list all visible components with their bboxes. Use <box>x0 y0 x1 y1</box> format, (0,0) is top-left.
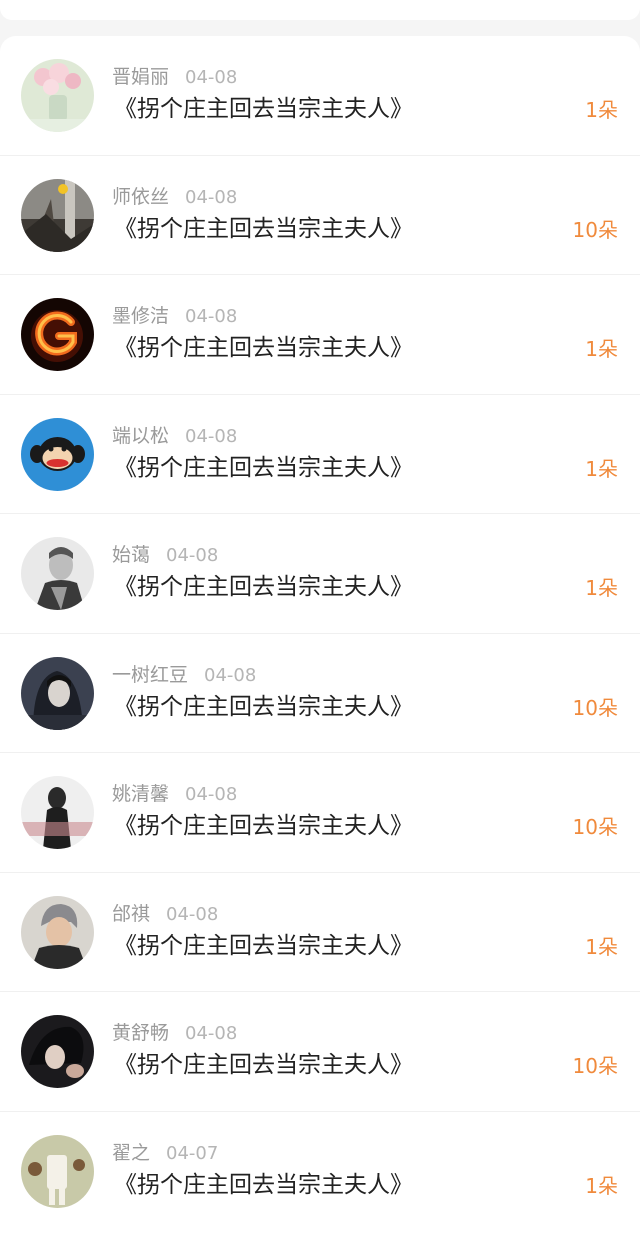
avatar[interactable] <box>21 417 94 491</box>
user-meta: 翟之 04-07 <box>112 1140 218 1166</box>
illustration-avatar <box>21 1134 94 1208</box>
list-item[interactable]: 始蔼 04-08 《拐个庄主回去当宗主夫人》 1朵 <box>0 514 640 634</box>
list-item[interactable]: 翟之 04-07 《拐个庄主回去当宗主夫人》 1朵 <box>0 1112 640 1232</box>
flower-gift-list: 晋娟丽 04-08 《拐个庄主回去当宗主夫人》 1朵 师依丝 04-08 《拐个庄主… <box>0 36 640 1236</box>
gift-date: 04-07 <box>166 1142 219 1164</box>
flower-count: 10朵 <box>572 1054 618 1078</box>
list-item[interactable]: 晋娟丽 04-08 《拐个庄主回去当宗主夫人》 1朵 <box>0 36 640 156</box>
book-title[interactable]: 《拐个庄主回去当宗主夫人》 <box>114 213 413 245</box>
list-item[interactable]: 一树红豆 04-08 《拐个庄主回去当宗主夫人》 10朵 <box>0 634 640 753</box>
user-meta: 姚清馨 04-08 <box>112 781 237 807</box>
fire-letter-g-avatar <box>21 298 94 371</box>
user-meta: 端以松 04-08 <box>112 423 237 449</box>
gift-date: 04-08 <box>185 425 238 447</box>
user-name: 一树红豆 <box>112 663 189 686</box>
flower-count: 1朵 <box>585 576 618 600</box>
user-meta: 一树红豆 04-08 <box>112 662 256 688</box>
flower-count: 1朵 <box>585 98 618 122</box>
flowers-photo-avatar <box>21 59 94 132</box>
avatar[interactable] <box>21 59 94 132</box>
gift-date: 04-08 <box>185 67 238 88</box>
user-name: 晋娟丽 <box>112 66 170 88</box>
book-title[interactable]: 《拐个庄主回去当宗主夫人》 <box>114 452 413 484</box>
user-name: 黄舒畅 <box>112 1022 170 1044</box>
portrait-avatar <box>21 776 94 849</box>
user-name: 师依丝 <box>112 185 170 208</box>
book-title[interactable]: 《拐个庄主回去当宗主夫人》 <box>114 1049 413 1081</box>
flower-count: 1朵 <box>585 337 618 361</box>
list-item[interactable]: 黄舒畅 04-08 《拐个庄主回去当宗主夫人》 10朵 <box>0 992 640 1112</box>
portrait-avatar <box>21 537 94 610</box>
user-meta: 黄舒畅 04-08 <box>112 1020 237 1046</box>
book-title[interactable]: 《拐个庄主回去当宗主夫人》 <box>114 571 413 603</box>
list-item[interactable]: 邰祺 04-08 《拐个庄主回去当宗主夫人》 1朵 <box>0 873 640 992</box>
monkey-avatar <box>21 417 94 491</box>
flower-count: 10朵 <box>572 217 618 242</box>
flower-count: 1朵 <box>585 456 618 481</box>
gift-date: 04-08 <box>166 903 219 925</box>
book-title[interactable]: 《拐个庄主回去当宗主夫人》 <box>114 810 413 842</box>
book-title[interactable]: 《拐个庄主回去当宗主夫人》 <box>114 93 413 125</box>
list-item[interactable]: 姚清馨 04-08 《拐个庄主回去当宗主夫人》 10朵 <box>0 753 640 873</box>
book-title[interactable]: 《拐个庄主回去当宗主夫人》 <box>114 691 413 723</box>
user-name: 翟之 <box>112 1141 151 1164</box>
avatar[interactable] <box>21 298 94 371</box>
avatar[interactable] <box>21 537 94 610</box>
flower-count: 1朵 <box>585 1173 618 1198</box>
gift-date: 04-08 <box>185 186 238 208</box>
user-name: 邰祺 <box>112 902 151 925</box>
flower-count: 10朵 <box>572 815 618 839</box>
avatar[interactable] <box>21 178 94 252</box>
flower-count: 10朵 <box>572 695 618 720</box>
tree-photo-avatar <box>21 178 94 252</box>
user-meta: 墨修洁 04-08 <box>112 303 237 329</box>
list-item[interactable]: 端以松 04-08 《拐个庄主回去当宗主夫人》 1朵 <box>0 395 640 514</box>
portrait-avatar <box>21 1015 94 1088</box>
list-item[interactable]: 墨修洁 04-08 《拐个庄主回去当宗主夫人》 1朵 <box>0 275 640 395</box>
list-item[interactable]: 师依丝 04-08 《拐个庄主回去当宗主夫人》 10朵 <box>0 156 640 275</box>
book-title[interactable]: 《拐个庄主回去当宗主夫人》 <box>114 1169 413 1201</box>
user-name: 姚清馨 <box>112 783 170 805</box>
user-meta: 邰祺 04-08 <box>112 901 218 927</box>
book-title[interactable]: 《拐个庄主回去当宗主夫人》 <box>114 930 413 962</box>
flower-count: 1朵 <box>585 934 618 959</box>
avatar[interactable] <box>21 656 94 730</box>
gift-date: 04-08 <box>185 784 238 805</box>
user-meta: 晋娟丽 04-08 <box>112 64 237 90</box>
user-meta: 始蔼 04-08 <box>112 542 218 568</box>
user-name: 端以松 <box>112 424 170 447</box>
portrait-avatar <box>21 895 94 969</box>
previous-card <box>0 0 640 20</box>
user-name: 始蔼 <box>112 544 151 566</box>
portrait-avatar <box>21 656 94 730</box>
avatar[interactable] <box>21 776 94 849</box>
gift-date: 04-08 <box>204 664 257 686</box>
avatar[interactable] <box>21 1015 94 1088</box>
gift-date: 04-08 <box>166 545 219 566</box>
user-name: 墨修洁 <box>112 305 170 327</box>
gift-date: 04-08 <box>185 306 238 327</box>
book-title[interactable]: 《拐个庄主回去当宗主夫人》 <box>114 332 413 364</box>
user-meta: 师依丝 04-08 <box>112 184 237 210</box>
gift-date: 04-08 <box>185 1023 238 1044</box>
avatar[interactable] <box>21 1134 94 1208</box>
avatar[interactable] <box>21 895 94 969</box>
